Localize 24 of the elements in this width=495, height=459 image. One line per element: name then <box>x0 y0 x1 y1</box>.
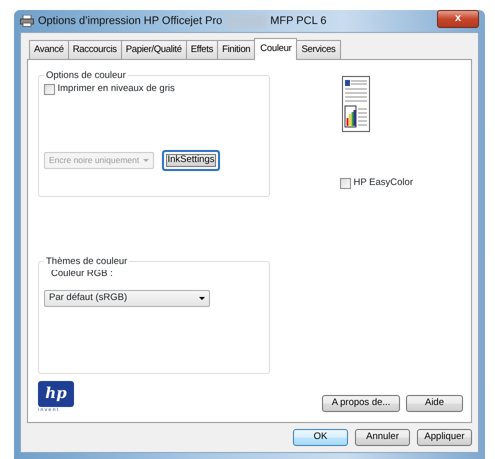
dialog-button[interactable]: Annuler <box>355 429 410 446</box>
checkbox-label: Imprimer en niveaux de gris <box>58 82 175 96</box>
tab[interactable]: Couleur <box>254 38 298 60</box>
ink-settings-button[interactable]: InkSettings <box>162 150 220 170</box>
printer-icon <box>20 15 34 27</box>
dialog-button[interactable]: Aide <box>406 395 463 412</box>
tab[interactable]: Effets <box>186 40 218 60</box>
close-button[interactable]: x <box>437 10 479 28</box>
checkbox[interactable] <box>44 84 55 95</box>
checkbox[interactable] <box>340 178 351 189</box>
dialog-button[interactable]: OK <box>293 429 348 446</box>
tab[interactable]: Avancé <box>29 40 69 60</box>
document-preview-icon <box>342 76 370 132</box>
dialog-button[interactable]: Appliquer <box>417 429 472 446</box>
group-title: Thèmes de couleur <box>44 255 130 270</box>
window-title: Options d’impression HP Officejet Pro <box>38 14 222 29</box>
checkbox-label: HP EasyColor <box>354 176 413 190</box>
tab[interactable]: Papier/Qualité <box>120 40 187 60</box>
window-title: MFP PCL 6 <box>270 14 326 29</box>
tab[interactable]: Services <box>296 40 340 60</box>
dialog-button[interactable]: A propos de... <box>322 395 400 412</box>
rgb-dropdown[interactable]: Par défaut (sRGB) <box>44 290 210 306</box>
tab[interactable]: Finition <box>217 40 256 60</box>
tab[interactable]: Raccourcis <box>68 40 122 60</box>
